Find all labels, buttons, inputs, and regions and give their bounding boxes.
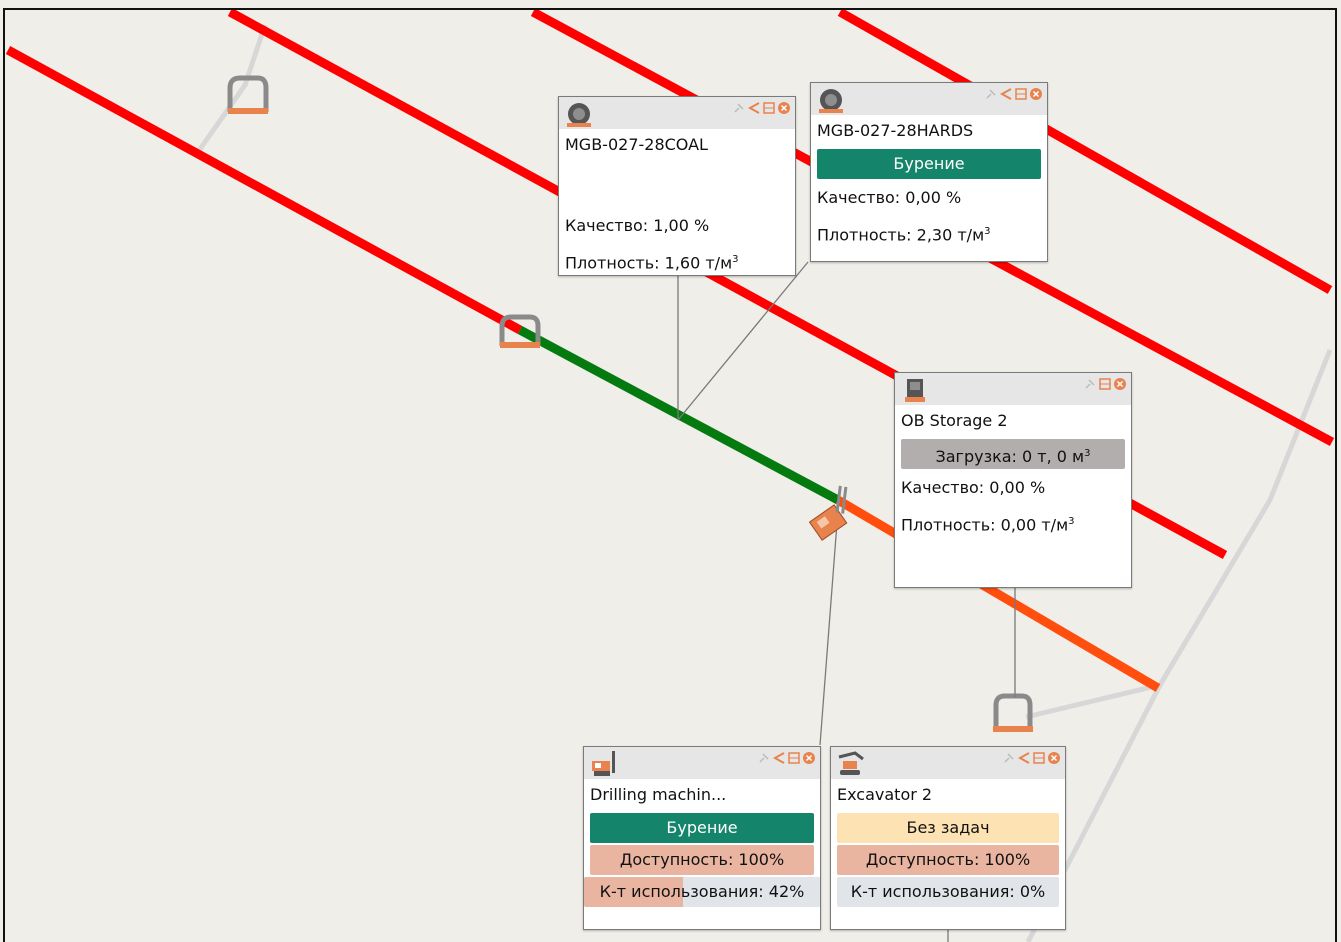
storage-bin-icon [905, 379, 925, 402]
status-badge: Бурение [590, 813, 814, 843]
card-header [895, 373, 1131, 405]
close-icon[interactable] [1113, 376, 1127, 390]
card-excavator-2[interactable]: Excavator 2 Без задач Доступность: 100% … [830, 746, 1066, 930]
quality-text: Качество: 1,00 % [565, 216, 710, 235]
utilization-bar: К-т использования: 42% [584, 877, 820, 907]
window-icon[interactable] [1014, 86, 1028, 100]
load-badge: Загрузка: 0 т, 0 м3 [901, 439, 1125, 469]
share-icon[interactable] [772, 750, 786, 764]
card-hards-block[interactable]: MGB-027-28HARDS Бурение Качество: 0,00 %… [810, 82, 1048, 262]
drilling-rig-icon [592, 751, 615, 776]
close-icon[interactable] [1047, 750, 1061, 764]
card-ob-storage[interactable]: OB Storage 2 Загрузка: 0 т, 0 м3 Качеств… [894, 372, 1132, 588]
card-header [584, 747, 820, 779]
status-badge: Бурение [817, 149, 1041, 179]
window-icon[interactable] [787, 750, 801, 764]
availability-bar: Доступность: 100% [590, 845, 814, 875]
card-title: MGB-027-28HARDS [817, 121, 974, 140]
status-badge: Без задач [837, 813, 1059, 843]
card-title: Excavator 2 [837, 785, 933, 804]
sphere-icon [819, 89, 843, 113]
excavator-icon [838, 751, 864, 775]
card-header [811, 83, 1047, 115]
card-title: OB Storage 2 [901, 411, 1008, 430]
card-coal-block[interactable]: MGB-027-28COAL Качество: 1,00 % Плотност… [558, 96, 796, 276]
pin-icon[interactable] [757, 750, 771, 764]
card-title: MGB-027-28COAL [565, 135, 708, 154]
pin-icon[interactable] [1083, 376, 1097, 390]
card-drilling-machine[interactable]: Drilling machin... Бурение Доступность: … [583, 746, 821, 930]
card-header [559, 97, 795, 129]
density-text: Плотность: 2,30 т/м3 [817, 225, 991, 245]
quality-text: Качество: 0,00 % [817, 188, 962, 207]
window-icon[interactable] [1098, 376, 1112, 390]
window-icon[interactable] [1032, 750, 1046, 764]
share-icon[interactable] [1017, 750, 1031, 764]
pin-icon[interactable] [984, 86, 998, 100]
pin-icon[interactable] [1002, 750, 1016, 764]
card-header [831, 747, 1065, 779]
close-icon[interactable] [777, 100, 791, 114]
window-icon[interactable] [762, 100, 776, 114]
availability-bar: Доступность: 100% [837, 845, 1059, 875]
close-icon[interactable] [802, 750, 816, 764]
share-icon[interactable] [747, 100, 761, 114]
sphere-icon [567, 103, 591, 127]
density-text: Плотность: 0,00 т/м3 [901, 515, 1075, 535]
utilization-bar: К-т использования: 0% [837, 877, 1059, 907]
card-title: Drilling machin... [590, 785, 727, 804]
quality-text: Качество: 0,00 % [901, 478, 1046, 497]
pin-icon[interactable] [732, 100, 746, 114]
close-icon[interactable] [1029, 86, 1043, 100]
share-icon[interactable] [999, 86, 1013, 100]
density-text: Плотность: 1,60 т/м3 [565, 253, 739, 273]
